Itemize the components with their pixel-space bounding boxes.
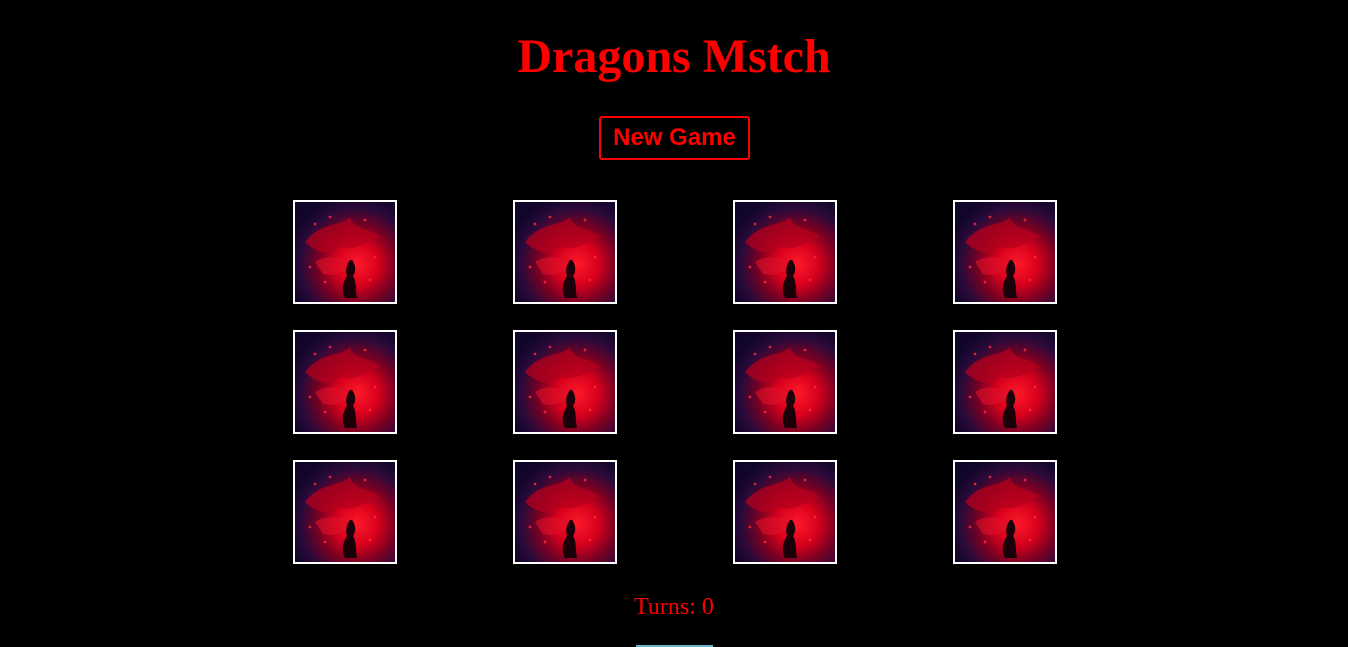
dragon-card-back-image <box>955 332 1055 432</box>
memory-card[interactable] <box>513 200 617 304</box>
memory-card[interactable] <box>513 330 617 434</box>
memory-card[interactable] <box>293 460 397 564</box>
dragon-card-back-image <box>515 332 615 432</box>
memory-card[interactable] <box>953 460 1057 564</box>
page-title: Dragons Mstch <box>517 30 831 83</box>
dragon-card-back-image <box>955 202 1055 302</box>
memory-card[interactable] <box>293 330 397 434</box>
memory-card[interactable] <box>733 330 837 434</box>
memory-card[interactable] <box>513 460 617 564</box>
dragon-card-back-image <box>735 202 835 302</box>
new-game-button[interactable]: New Game <box>599 116 750 160</box>
dragon-card-back-image <box>515 462 615 562</box>
dragon-card-back-image <box>295 332 395 432</box>
memory-card[interactable] <box>953 330 1057 434</box>
turns-counter: Turns: 0 <box>634 594 714 620</box>
memory-card[interactable] <box>733 200 837 304</box>
dragon-card-back-image <box>735 462 835 562</box>
dragon-card-back-image <box>955 462 1055 562</box>
dragon-card-back-image <box>735 332 835 432</box>
memory-card[interactable] <box>733 460 837 564</box>
dragon-card-back-image <box>295 462 395 562</box>
dragon-card-back-image <box>295 202 395 302</box>
dragon-card-back-image <box>515 202 615 302</box>
memory-card[interactable] <box>953 200 1057 304</box>
memory-card[interactable] <box>293 200 397 304</box>
card-grid <box>293 200 1057 564</box>
